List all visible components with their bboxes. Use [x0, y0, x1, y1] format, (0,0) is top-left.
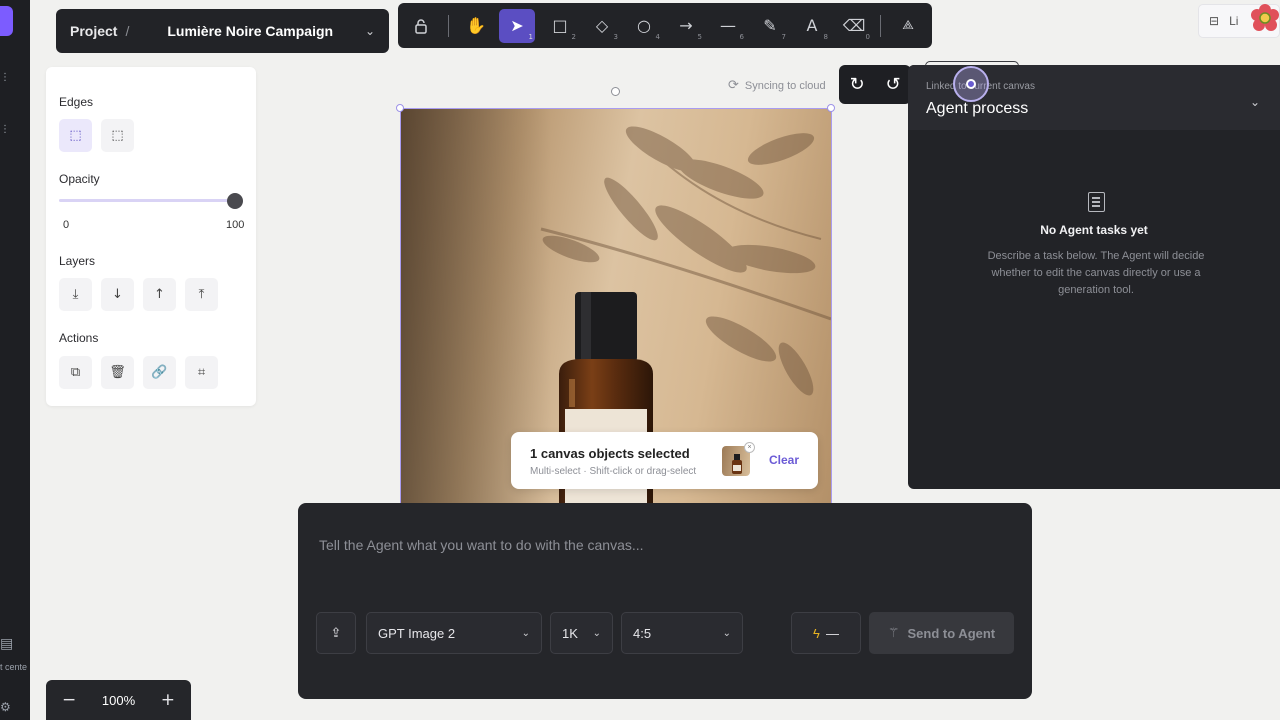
chevron-down-icon: ⌄ [521, 627, 530, 639]
aspect-ratio-select-value: 4:5 [633, 625, 652, 641]
select-tool-icon[interactable]: ➤ 1 [499, 9, 535, 43]
selection-hint: Multi-select · Shift-click or drag-selec… [530, 466, 697, 477]
upload-icon[interactable]: ⇪ [316, 612, 356, 654]
arrow-tool-icon[interactable]: → 5 [668, 9, 704, 43]
zoom-controls: − 100% + [46, 680, 191, 720]
aspect-ratio-select[interactable]: 4:5 ⌄ [621, 612, 743, 654]
empty-state-title: No Agent tasks yet [1040, 223, 1148, 237]
opacity-slider[interactable] [59, 199, 235, 202]
opacity-min: 0 [63, 219, 70, 231]
document-icon [1088, 192, 1105, 212]
bring-forward-button[interactable]: ↑ [143, 278, 176, 311]
project-name[interactable]: Lumière Noire Campaign [167, 23, 365, 39]
shapes-library-icon[interactable]: ⟁ [890, 9, 926, 43]
line-tool-icon[interactable]: —6 [710, 9, 746, 43]
rectangle-tool-icon[interactable]: □ 2 [542, 9, 578, 43]
remove-selection-icon[interactable]: × [744, 442, 755, 453]
zoom-out-button[interactable]: − [62, 690, 76, 710]
chevron-down-icon[interactable]: ⌄ [365, 24, 375, 38]
model-select[interactable]: GPT Image 2 ⌄ [366, 612, 542, 654]
sync-status-label: Syncing to cloud [744, 79, 826, 92]
agent-panel: Linked to current canvas Agent process ⌄… [908, 65, 1280, 489]
eraser-tool-icon[interactable]: ⌫ 0 [836, 9, 872, 43]
credits-value: — [825, 625, 839, 641]
agent-panel-title: Agent process [926, 100, 1029, 117]
magic-wand-icon: ⚚ [887, 625, 900, 641]
empty-state-description: Describe a task below. The Agent will de… [987, 250, 1205, 296]
rail-label[interactable]: t cente [0, 662, 27, 672]
actions-label: Actions [59, 331, 99, 345]
drawing-toolbar: ✋ ➤ 1 □ 2 ◇ 3 ○ 4 → 5 —6 ✎ 7 A8 ⌫ 0 ⟁ [398, 3, 932, 48]
opacity-slider-handle[interactable] [227, 193, 243, 209]
crop-icon[interactable]: ⌗ [185, 356, 218, 389]
pencil-tool-icon[interactable]: ✎ 7 [752, 9, 788, 43]
send-to-agent-button[interactable]: ⚚ Send to Agent [869, 612, 1014, 654]
breadcrumb-separator: / [125, 23, 130, 39]
resize-handle-top-left[interactable] [396, 104, 404, 112]
edges-label: Edges [59, 95, 94, 109]
duplicate-icon[interactable]: ⧉ [59, 356, 92, 389]
calendar-icon[interactable]: ▤ [0, 636, 13, 652]
opacity-label: Opacity [59, 172, 100, 186]
prompt-input[interactable]: Tell the Agent what you want to do with … [319, 537, 644, 553]
book-icon: ⊟ [1209, 14, 1220, 28]
lightning-icon: ϟ [813, 625, 820, 641]
resolution-select[interactable]: 1K ⌄ [550, 612, 613, 654]
undo-icon[interactable]: ↺ [885, 74, 900, 95]
breadcrumb-project[interactable]: Project [70, 23, 117, 39]
opacity-max: 100 [226, 219, 245, 231]
redo-icon[interactable]: ↻ [849, 74, 864, 95]
selection-count: 1 canvas objects selected [530, 446, 690, 461]
rotate-handle[interactable] [611, 87, 620, 96]
properties-panel: Edges ⬚ ⬚ Opacity 0 100 Layers ⤓ ↓ ↑ ⤒ A… [46, 67, 256, 406]
selection-summary: 1 canvas objects selected Multi-select ·… [511, 432, 818, 489]
clear-selection-button[interactable]: Clear [769, 453, 799, 467]
cursor-pointer [966, 79, 976, 89]
send-backward-button[interactable]: ↓ [101, 278, 134, 311]
text-tool-icon[interactable]: A8 [794, 9, 830, 43]
chevron-down-icon[interactable]: ⌄ [1250, 95, 1260, 109]
rail-menu-icon[interactable]: ⋮ [0, 72, 10, 83]
flower-avatar-icon[interactable] [1250, 2, 1280, 36]
resize-handle-top-right[interactable] [827, 104, 835, 112]
trash-icon[interactable]: 🗑 [101, 356, 134, 389]
sync-status: ⟳ Syncing to cloud [728, 78, 826, 93]
send-label: Send to Agent [907, 625, 996, 641]
zoom-level[interactable]: 100% [102, 693, 135, 708]
left-rail: ⋮ ⋮ ▤ t cente ⚙ [0, 0, 30, 720]
round-edges-button[interactable]: ⬚ [101, 119, 134, 152]
breadcrumb[interactable]: Project / Lumière Noire Campaign ⌄ [56, 9, 389, 53]
send-to-back-button[interactable]: ⤓ [59, 278, 92, 311]
link-icon[interactable]: 🔗 [143, 356, 176, 389]
library-label: Li [1229, 14, 1239, 28]
agent-composer: Tell the Agent what you want to do with … [298, 503, 1032, 699]
ellipse-tool-icon[interactable]: ○ 4 [626, 9, 662, 43]
model-select-value: GPT Image 2 [378, 625, 456, 641]
sync-icon: ⟳ [728, 78, 739, 93]
bring-to-front-button[interactable]: ⤒ [185, 278, 218, 311]
sharp-edges-button[interactable]: ⬚ [59, 119, 92, 152]
gear-icon[interactable]: ⚙ [0, 700, 11, 714]
credits-button[interactable]: ϟ — [791, 612, 861, 654]
diamond-tool-icon[interactable]: ◇ 3 [584, 9, 620, 43]
hand-tool-icon[interactable]: ✋ [458, 9, 494, 43]
app-logo[interactable] [0, 6, 13, 36]
resolution-select-value: 1K [562, 625, 578, 641]
lock-icon[interactable] [403, 9, 439, 43]
layers-label: Layers [59, 254, 96, 268]
zoom-in-button[interactable]: + [161, 690, 175, 710]
history-controls: ↻ ↺ [839, 65, 911, 104]
chevron-down-icon: ⌄ [722, 627, 731, 639]
chevron-down-icon: ⌄ [592, 627, 601, 639]
rail-settings-icon[interactable]: ⋮ [0, 124, 10, 135]
